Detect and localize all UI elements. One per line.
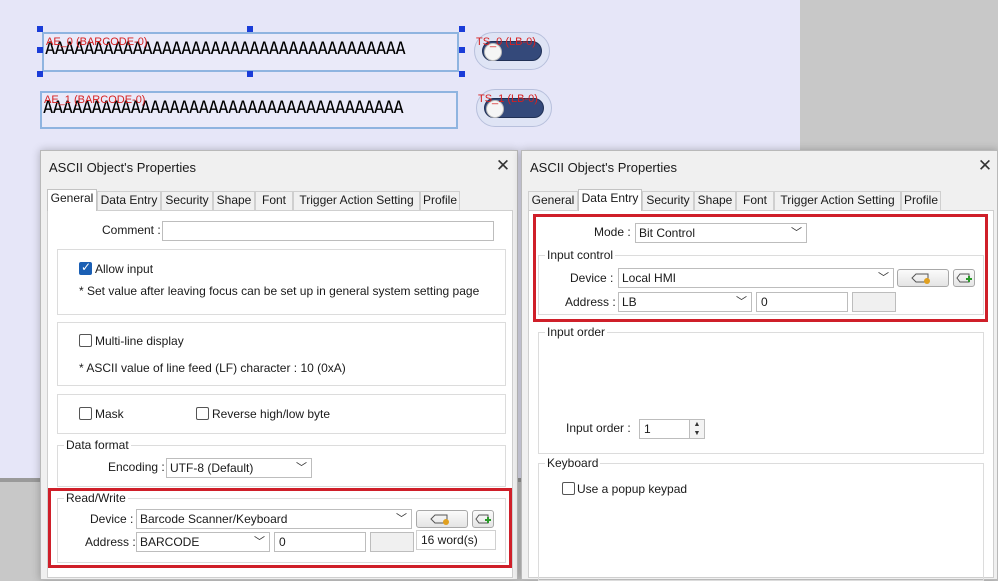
- toggle-switch-ts0-label: TS_0 (LB-0): [476, 36, 536, 48]
- selection-handle[interactable]: [247, 71, 253, 77]
- tab-trigger-action-setting[interactable]: Trigger Action Setting: [774, 191, 901, 210]
- input-order-label: Input order :: [566, 421, 631, 435]
- selection-handle[interactable]: [459, 71, 465, 77]
- selection-handle[interactable]: [459, 26, 465, 32]
- selection-handle[interactable]: [37, 26, 43, 32]
- input-order-title: Input order: [545, 325, 608, 339]
- tab-profile[interactable]: Profile: [901, 191, 941, 210]
- selection-handle[interactable]: [459, 47, 465, 53]
- selection-handle[interactable]: [37, 47, 43, 53]
- tab-data-entry[interactable]: Data Entry: [578, 189, 642, 211]
- toggle-switch-ts1-label: TS_1 (LB-0): [478, 93, 538, 105]
- allow-input-note: * Set value after leaving focus can be s…: [79, 284, 480, 298]
- tab-security[interactable]: Security: [161, 191, 213, 210]
- close-icon[interactable]: ✕: [975, 156, 995, 176]
- multiline-label: Multi-line display: [95, 334, 184, 348]
- mask-checkbox[interactable]: [79, 407, 92, 420]
- mask-group: Mask Reverse high/low byte: [57, 394, 506, 434]
- tab-data-entry[interactable]: Data Entry: [97, 191, 161, 210]
- ascii-object-ae1-label: AE_1 (BARCODE-0): [44, 94, 146, 106]
- mask-label: Mask: [95, 407, 124, 421]
- selection-handle[interactable]: [247, 26, 253, 32]
- input-order-input[interactable]: 1: [639, 419, 691, 439]
- reverse-byte-checkbox[interactable]: [196, 407, 209, 420]
- encoding-label: Encoding :: [108, 460, 165, 474]
- multiline-group: Multi-line display * ASCII value of line…: [57, 322, 506, 386]
- tab-shape[interactable]: Shape: [213, 191, 255, 210]
- allow-input-group: ✓ Allow input * Set value after leaving …: [57, 249, 506, 315]
- input-order-stepper[interactable]: ▲ ▼: [689, 419, 705, 439]
- tab-profile[interactable]: Profile: [420, 191, 460, 210]
- check-icon: ✓: [81, 260, 92, 274]
- highlight-read-write-box: [48, 488, 512, 568]
- highlight-input-control-box: [533, 214, 988, 322]
- comment-input[interactable]: [162, 221, 494, 241]
- tab-general[interactable]: General: [47, 189, 97, 211]
- tab-trigger-action-setting[interactable]: Trigger Action Setting: [293, 191, 420, 210]
- stepper-down-icon[interactable]: ▼: [690, 429, 704, 438]
- tab-security[interactable]: Security: [642, 191, 694, 210]
- encoding-select[interactable]: UTF-8 (Default) ﹀: [166, 458, 312, 478]
- comment-label: Comment :: [102, 223, 161, 237]
- tab-font[interactable]: Font: [736, 191, 774, 210]
- popup-keypad-checkbox[interactable]: [562, 482, 575, 495]
- keyboard-title: Keyboard: [545, 456, 601, 470]
- dialog-title: ASCII Object's Properties: [49, 160, 196, 175]
- multiline-note: * ASCII value of line feed (LF) characte…: [79, 361, 346, 375]
- tab-general[interactable]: General: [528, 191, 578, 210]
- allow-input-checkbox[interactable]: ✓: [79, 260, 92, 275]
- allow-input-label: Allow input: [95, 262, 154, 276]
- selection-handle[interactable]: [37, 71, 43, 77]
- stepper-up-icon[interactable]: ▲: [690, 420, 704, 429]
- multiline-checkbox[interactable]: [79, 334, 92, 347]
- chevron-down-icon: ﹀: [296, 462, 307, 474]
- ascii-object-ae0-label: AE_0 (BARCODE-0): [46, 36, 148, 48]
- reverse-byte-label: Reverse high/low byte: [212, 407, 331, 421]
- popup-keypad-label: Use a popup keypad: [577, 482, 688, 496]
- data-format-title: Data format: [64, 438, 131, 452]
- tab-shape[interactable]: Shape: [694, 191, 736, 210]
- input-order-group: Input order Input order : 1 ▲ ▼: [538, 325, 984, 454]
- tab-font[interactable]: Font: [255, 191, 293, 210]
- dialog-title: ASCII Object's Properties: [530, 160, 677, 175]
- keyboard-group: Keyboard Use a popup keypad: [538, 456, 984, 581]
- data-format-group: Data format Encoding : UTF-8 (Default) ﹀: [57, 438, 506, 487]
- encoding-value: UTF-8 (Default): [170, 461, 254, 475]
- close-icon[interactable]: ✕: [493, 156, 513, 176]
